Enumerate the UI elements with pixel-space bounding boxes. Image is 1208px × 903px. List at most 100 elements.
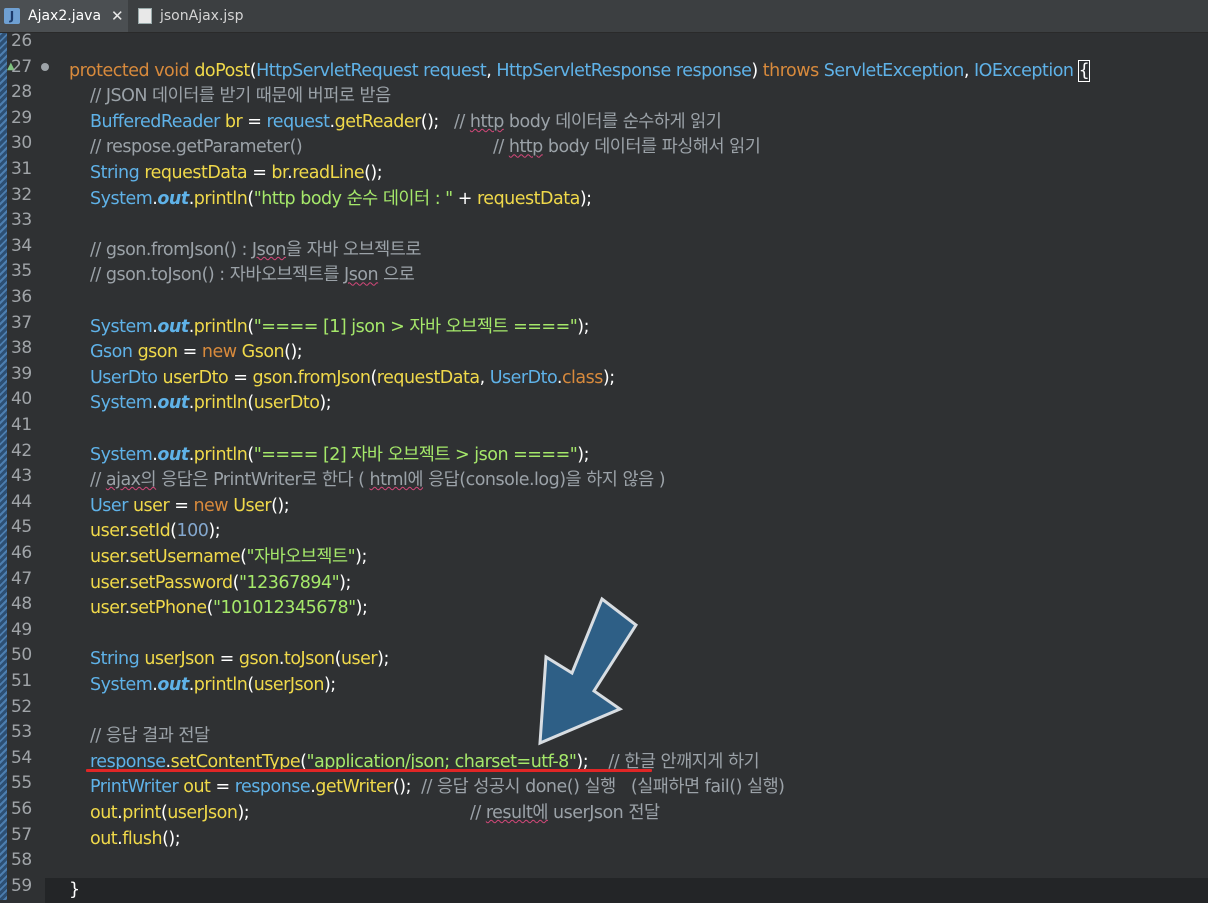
jsp-file-icon xyxy=(138,8,152,24)
keyword: void xyxy=(154,60,190,81)
line-number: 41 xyxy=(11,415,32,435)
line-number: 52 xyxy=(11,696,32,717)
type-name: UserDto xyxy=(90,367,158,388)
static-field: out xyxy=(157,675,189,695)
variable: userJson xyxy=(167,803,238,823)
class-name: System xyxy=(90,675,153,695)
closing-brace: } xyxy=(69,879,80,900)
tab-jsonajax-jsp[interactable]: jsonAjax.jsp xyxy=(134,0,264,32)
variable: gson xyxy=(252,367,294,388)
code-line-57: out.flush(); xyxy=(90,828,181,849)
comment: // xyxy=(493,137,509,158)
line-number: 42 xyxy=(11,440,32,461)
line-number: 32 xyxy=(11,184,32,205)
line-number: 50 xyxy=(11,645,32,666)
tab-label: jsonAjax.jsp xyxy=(160,8,244,24)
code-line-27: protected void doPost(HttpServletRequest… xyxy=(69,59,1091,82)
line-number: 39 xyxy=(11,363,32,384)
static-field: out xyxy=(157,316,189,337)
static-field: out xyxy=(157,393,189,414)
comment: 을 자바 오브젝트로 xyxy=(286,239,421,260)
line-number: 57 xyxy=(11,824,32,845)
code-editor[interactable]: ▲ 26 27 28 29 30 31 32 33 34 35 36 37 38 39 40 41 42 43 44… xyxy=(0,31,1208,903)
constructor: Gson xyxy=(241,342,285,363)
parameter: response xyxy=(675,60,752,81)
type-name: User xyxy=(90,495,128,516)
variable: out xyxy=(90,828,118,849)
comment: // 응답 성공시 done() 실행 (실패하면 fail() 실행) xyxy=(421,777,785,798)
variable: requestData xyxy=(376,367,480,388)
variable: user xyxy=(340,649,378,670)
comment: http xyxy=(508,137,543,158)
code-line-43: // ajax의 응답은 PrintWriter로 한다 ( html에 응답(… xyxy=(45,468,1208,494)
line-number: 27 xyxy=(11,56,32,77)
variable: response xyxy=(234,777,311,798)
comment: result에 xyxy=(485,803,549,823)
variable: user xyxy=(90,572,125,593)
method-name: doPost xyxy=(194,60,250,81)
line-number: 58 xyxy=(11,850,32,871)
line-number: 33 xyxy=(11,210,32,231)
variable: gson xyxy=(137,342,179,363)
tab-ajax2-java[interactable]: J Ajax2.java ✕ xyxy=(0,0,128,32)
code-line-56: out.print(userJson);// result에 userJson … xyxy=(90,803,660,823)
type-name: String xyxy=(90,649,140,670)
code-line-29: BufferedReader br = request.getReader();… xyxy=(90,111,722,132)
variable: gson xyxy=(238,649,280,670)
line-number: 59 xyxy=(11,875,32,896)
variable: out xyxy=(90,803,118,823)
tab-label: Ajax2.java xyxy=(28,8,102,24)
comment: // xyxy=(90,470,106,491)
line-number: 55 xyxy=(11,773,32,794)
line-number: 53 xyxy=(11,722,32,743)
comment: Json xyxy=(251,239,287,260)
comment: // xyxy=(470,803,486,823)
parameter: request xyxy=(423,60,487,81)
string-literal: "12367894" xyxy=(238,572,340,593)
code-line-37: System.out.println("==== [1] json > 자바 오… xyxy=(90,316,590,337)
type-name: IOException xyxy=(973,60,1074,81)
line-number: 28 xyxy=(11,82,32,103)
class-name: System xyxy=(90,444,153,465)
method-call: setPassword xyxy=(129,572,234,593)
variable: requestData xyxy=(477,188,580,209)
comment: // gson.fromJson() : xyxy=(90,239,252,260)
comment: body 데이터를 순수하게 읽기 xyxy=(503,111,722,132)
type-name: HttpServletRequest xyxy=(256,60,419,81)
method-call: println xyxy=(193,393,248,414)
code-line-40: System.out.println(userDto); xyxy=(90,393,332,414)
method-call: println xyxy=(193,675,248,695)
code-line-30: // respose.getParameter() // http body 데이… xyxy=(45,135,1208,161)
close-icon[interactable]: ✕ xyxy=(111,7,124,25)
line-number: 34 xyxy=(11,235,32,256)
variable: userJson xyxy=(144,649,215,670)
line-number: 36 xyxy=(11,287,32,307)
comment: // xyxy=(454,111,470,132)
line-number: 38 xyxy=(11,338,32,359)
variable: requestData xyxy=(144,163,248,183)
line-number: 56 xyxy=(11,799,32,819)
method-call: toJson xyxy=(283,649,335,670)
line-number: 47 xyxy=(11,568,32,589)
comment: 으로 xyxy=(378,265,415,286)
string-literal: "==== [2] 자바 오브젝트 > json ====" xyxy=(253,444,578,465)
type-name: String xyxy=(90,163,140,183)
keyword: new xyxy=(201,342,237,363)
keyword: new xyxy=(193,495,229,516)
variable: userDto xyxy=(162,367,229,388)
method-call: setPhone xyxy=(129,598,207,619)
class-name: System xyxy=(90,316,153,337)
line-number: 40 xyxy=(11,389,32,410)
variable: request xyxy=(266,111,331,132)
type-name: BufferedReader xyxy=(90,111,220,132)
method-call: println xyxy=(193,444,248,465)
variable: user xyxy=(90,521,125,542)
editor-tab-bar: J Ajax2.java ✕ jsonAjax.jsp xyxy=(0,0,1208,33)
code-line-32: System.out.println("http body 순수 데이터 : "… xyxy=(90,188,592,209)
code-line-35: // gson.toJson() : 자바오브젝트를 Json 으로 xyxy=(45,263,1208,289)
comment: http xyxy=(469,111,504,132)
